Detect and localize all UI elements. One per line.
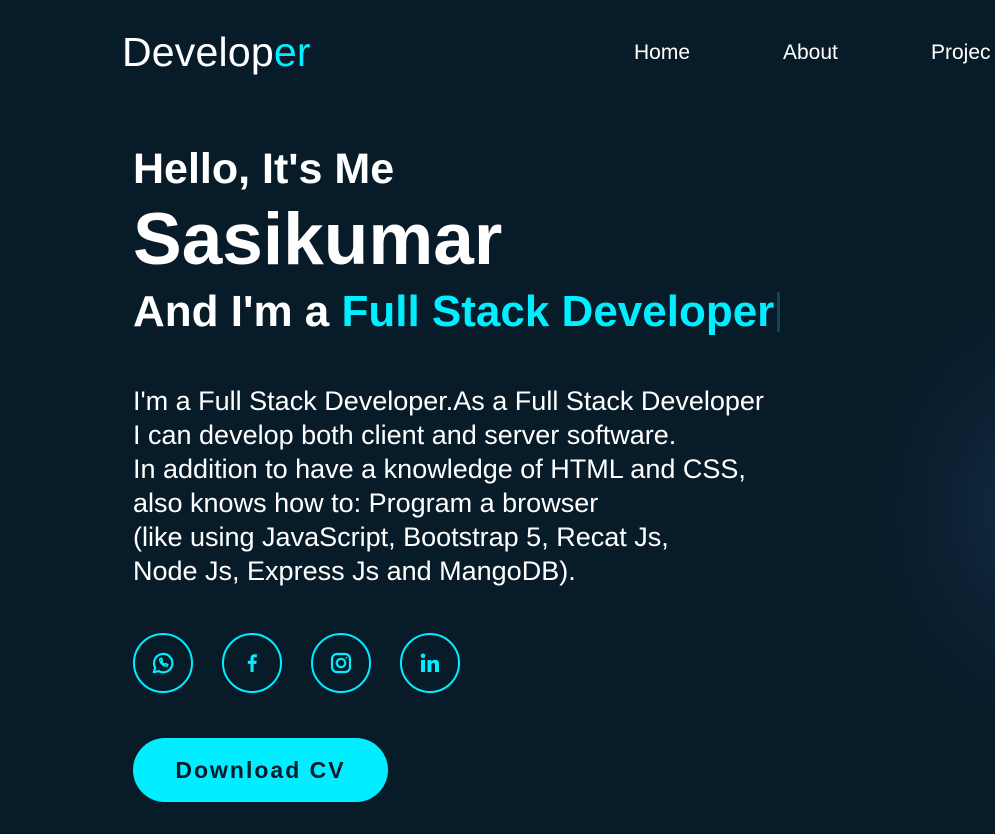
download-cv-button[interactable]: Download CV	[133, 738, 388, 802]
bio-line: I'm a Full Stack Developer.As a Full Sta…	[133, 386, 764, 416]
hero-role: And I'm a Full Stack Developer	[133, 287, 781, 337]
nav-projects-link[interactable]: Projec	[931, 40, 991, 66]
whatsapp-icon	[152, 652, 174, 674]
bio-line: Node Js, Express Js and MangoDB).	[133, 556, 576, 586]
facebook-link[interactable]	[222, 633, 282, 693]
instagram-link[interactable]	[311, 633, 371, 693]
role-typed-text: Full Stack Developer	[341, 287, 775, 336]
nav-home-link[interactable]: Home	[634, 40, 690, 66]
linkedin-link[interactable]	[400, 633, 460, 693]
linkedin-icon	[420, 653, 439, 672]
site-logo[interactable]: Developer	[122, 28, 311, 76]
typing-caret	[777, 292, 781, 332]
bio-line: In addition to have a knowledge of HTML …	[133, 454, 746, 484]
portfolio-page: Developer Home About Projec Hello, It's …	[0, 0, 995, 834]
hero-greeting: Hello, It's Me	[133, 145, 395, 193]
logo-text: Develop	[122, 29, 274, 75]
instagram-icon	[330, 652, 352, 674]
nav-about-link[interactable]: About	[783, 40, 838, 66]
bio-line: also knows how to: Program a browser	[133, 488, 599, 518]
background-glow	[880, 300, 995, 720]
facebook-icon	[247, 654, 257, 672]
bio-line: (like using JavaScript, Bootstrap 5, Rec…	[133, 522, 669, 552]
bio-line: I can develop both client and server sof…	[133, 420, 677, 450]
hero-bio: I'm a Full Stack Developer.As a Full Sta…	[133, 384, 853, 588]
logo-accent-text: er	[273, 29, 311, 75]
whatsapp-link[interactable]	[133, 633, 193, 693]
role-prefix: And I'm a	[133, 287, 342, 336]
hero-name: Sasikumar	[133, 199, 503, 280]
